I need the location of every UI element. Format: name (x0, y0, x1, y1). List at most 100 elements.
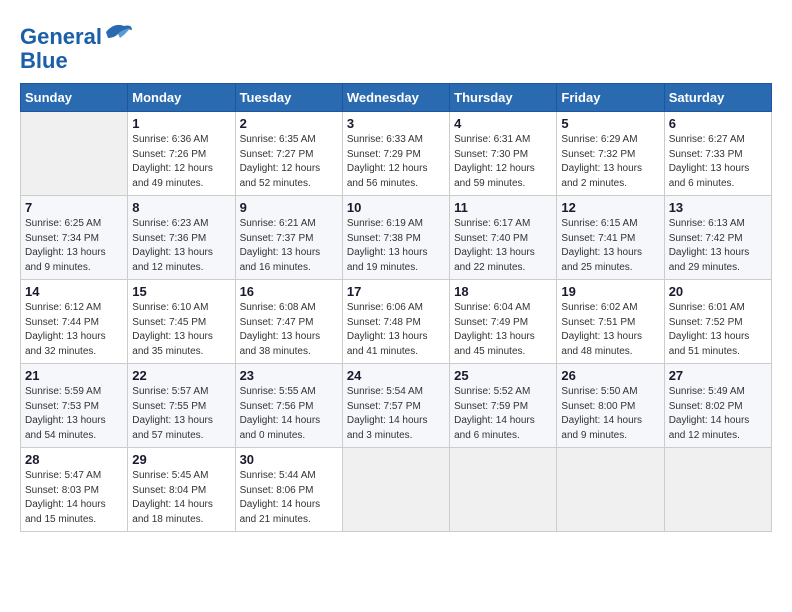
calendar-cell: 29Sunrise: 5:45 AMSunset: 8:04 PMDayligh… (128, 448, 235, 532)
day-info: Sunrise: 5:59 AMSunset: 7:53 PMDaylight:… (25, 385, 123, 443)
day-info: Sunrise: 6:21 AMSunset: 7:37 PMDaylight:… (240, 217, 338, 275)
day-number: 21 (25, 368, 123, 383)
day-number: 30 (240, 452, 338, 467)
header-wednesday: Wednesday (342, 84, 449, 112)
calendar-cell: 26 Sunrise: 5:50 AMSunset: 8:00 PMDayligh… (557, 364, 664, 448)
day-info: Sunrise: 6:06 AMSunset: 7:48 PMDaylight:… (347, 301, 445, 359)
day-number: 15 (132, 284, 230, 299)
calendar-week-2: 7 Sunrise: 6:25 AMSunset: 7:34 PMDaylight… (21, 196, 772, 280)
day-info: Sunrise: 5:44 AMSunset: 8:06 PMDaylight:… (240, 469, 338, 527)
day-number: 14 (25, 284, 123, 299)
calendar-week-3: 14Sunrise: 6:12 AMSunset: 7:44 PMDayligh… (21, 280, 772, 364)
header-tuesday: Tuesday (235, 84, 342, 112)
day-info: Sunrise: 6:35 AMSunset: 7:27 PMDaylight:… (240, 133, 338, 191)
day-info: Sunrise: 5:49 AMSunset: 8:02 PMDaylight:… (669, 385, 767, 443)
day-number: 13 (669, 200, 767, 215)
calendar-cell (557, 448, 664, 532)
day-info: Sunrise: 6:17 AMSunset: 7:40 PMDaylight:… (454, 217, 552, 275)
day-number: 23 (240, 368, 338, 383)
calendar-cell (342, 448, 449, 532)
calendar-cell: 19 Sunrise: 6:02 AMSunset: 7:51 PMDayligh… (557, 280, 664, 364)
calendar-week-1: 1 Sunrise: 6:36 AMSunset: 7:26 PMDaylight… (21, 112, 772, 196)
calendar-cell: 7 Sunrise: 6:25 AMSunset: 7:34 PMDaylight… (21, 196, 128, 280)
day-info: Sunrise: 5:57 AMSunset: 7:55 PMDaylight:… (132, 385, 230, 443)
calendar-cell: 14Sunrise: 6:12 AMSunset: 7:44 PMDayligh… (21, 280, 128, 364)
header-sunday: Sunday (21, 84, 128, 112)
header-friday: Friday (557, 84, 664, 112)
header-monday: Monday (128, 84, 235, 112)
day-number: 12 (561, 200, 659, 215)
calendar-cell: 23 Sunrise: 5:55 AMSunset: 7:56 PMDayligh… (235, 364, 342, 448)
day-number: 7 (25, 200, 123, 215)
day-info: Sunrise: 6:01 AMSunset: 7:52 PMDaylight:… (669, 301, 767, 359)
day-number: 5 (561, 116, 659, 131)
calendar-cell: 11 Sunrise: 6:17 AMSunset: 7:40 PMDayligh… (450, 196, 557, 280)
day-info: Sunrise: 6:08 AMSunset: 7:47 PMDaylight:… (240, 301, 338, 359)
calendar-cell (450, 448, 557, 532)
calendar-cell: 27 Sunrise: 5:49 AMSunset: 8:02 PMDayligh… (664, 364, 771, 448)
logo-text: General Blue (20, 20, 134, 73)
day-number: 11 (454, 200, 552, 215)
day-number: 18 (454, 284, 552, 299)
day-number: 26 (561, 368, 659, 383)
calendar-table: SundayMondayTuesdayWednesdayThursdayFrid… (20, 83, 772, 532)
calendar-week-4: 21 Sunrise: 5:59 AMSunset: 7:53 PMDayligh… (21, 364, 772, 448)
day-number: 8 (132, 200, 230, 215)
day-info: Sunrise: 5:47 AMSunset: 8:03 PMDaylight:… (25, 469, 123, 527)
day-number: 19 (561, 284, 659, 299)
day-number: 1 (132, 116, 230, 131)
day-info: Sunrise: 6:25 AMSunset: 7:34 PMDaylight:… (25, 217, 123, 275)
calendar-cell: 30 Sunrise: 5:44 AMSunset: 8:06 PMDayligh… (235, 448, 342, 532)
day-info: Sunrise: 5:52 AMSunset: 7:59 PMDaylight:… (454, 385, 552, 443)
day-info: Sunrise: 5:54 AMSunset: 7:57 PMDaylight:… (347, 385, 445, 443)
day-number: 17 (347, 284, 445, 299)
page-header: General Blue (20, 20, 772, 73)
day-number: 2 (240, 116, 338, 131)
day-info: Sunrise: 5:55 AMSunset: 7:56 PMDaylight:… (240, 385, 338, 443)
day-info: Sunrise: 6:15 AMSunset: 7:41 PMDaylight:… (561, 217, 659, 275)
day-number: 27 (669, 368, 767, 383)
calendar-cell: 17 Sunrise: 6:06 AMSunset: 7:48 PMDayligh… (342, 280, 449, 364)
day-number: 25 (454, 368, 552, 383)
calendar-cell: 3Sunrise: 6:33 AMSunset: 7:29 PMDaylight… (342, 112, 449, 196)
calendar-cell: 21 Sunrise: 5:59 AMSunset: 7:53 PMDayligh… (21, 364, 128, 448)
day-number: 3 (347, 116, 445, 131)
day-number: 10 (347, 200, 445, 215)
calendar-cell: 18 Sunrise: 6:04 AMSunset: 7:49 PMDayligh… (450, 280, 557, 364)
calendar-cell: 13 Sunrise: 6:13 AMSunset: 7:42 PMDayligh… (664, 196, 771, 280)
day-info: Sunrise: 6:19 AMSunset: 7:38 PMDaylight:… (347, 217, 445, 275)
day-number: 16 (240, 284, 338, 299)
calendar-cell: 6 Sunrise: 6:27 AMSunset: 7:33 PMDaylight… (664, 112, 771, 196)
calendar-cell: 4Sunrise: 6:31 AMSunset: 7:30 PMDaylight… (450, 112, 557, 196)
day-number: 22 (132, 368, 230, 383)
day-info: Sunrise: 6:10 AMSunset: 7:45 PMDaylight:… (132, 301, 230, 359)
day-number: 6 (669, 116, 767, 131)
header-thursday: Thursday (450, 84, 557, 112)
day-info: Sunrise: 6:36 AMSunset: 7:26 PMDaylight:… (132, 133, 230, 191)
calendar-cell (21, 112, 128, 196)
calendar-week-5: 28 Sunrise: 5:47 AMSunset: 8:03 PMDayligh… (21, 448, 772, 532)
calendar-cell: 10 Sunrise: 6:19 AMSunset: 7:38 PMDayligh… (342, 196, 449, 280)
day-number: 29 (132, 452, 230, 467)
day-info: Sunrise: 6:02 AMSunset: 7:51 PMDaylight:… (561, 301, 659, 359)
calendar-cell: 16 Sunrise: 6:08 AMSunset: 7:47 PMDayligh… (235, 280, 342, 364)
calendar-cell: 24Sunrise: 5:54 AMSunset: 7:57 PMDayligh… (342, 364, 449, 448)
calendar-cell: 2 Sunrise: 6:35 AMSunset: 7:27 PMDaylight… (235, 112, 342, 196)
day-info: Sunrise: 6:04 AMSunset: 7:49 PMDaylight:… (454, 301, 552, 359)
calendar-cell: 5 Sunrise: 6:29 AMSunset: 7:32 PMDaylight… (557, 112, 664, 196)
day-info: Sunrise: 5:50 AMSunset: 8:00 PMDaylight:… (561, 385, 659, 443)
calendar-cell: 20Sunrise: 6:01 AMSunset: 7:52 PMDayligh… (664, 280, 771, 364)
day-info: Sunrise: 6:29 AMSunset: 7:32 PMDaylight:… (561, 133, 659, 191)
calendar-cell: 15 Sunrise: 6:10 AMSunset: 7:45 PMDayligh… (128, 280, 235, 364)
day-number: 28 (25, 452, 123, 467)
day-info: Sunrise: 6:13 AMSunset: 7:42 PMDaylight:… (669, 217, 767, 275)
calendar-cell: 28 Sunrise: 5:47 AMSunset: 8:03 PMDayligh… (21, 448, 128, 532)
logo: General Blue (20, 20, 134, 73)
day-info: Sunrise: 6:27 AMSunset: 7:33 PMDaylight:… (669, 133, 767, 191)
calendar-cell: 1 Sunrise: 6:36 AMSunset: 7:26 PMDaylight… (128, 112, 235, 196)
logo-bird-icon (104, 20, 134, 44)
day-info: Sunrise: 6:31 AMSunset: 7:30 PMDaylight:… (454, 133, 552, 191)
calendar-cell: 8Sunrise: 6:23 AMSunset: 7:36 PMDaylight… (128, 196, 235, 280)
calendar-cell (664, 448, 771, 532)
header-saturday: Saturday (664, 84, 771, 112)
